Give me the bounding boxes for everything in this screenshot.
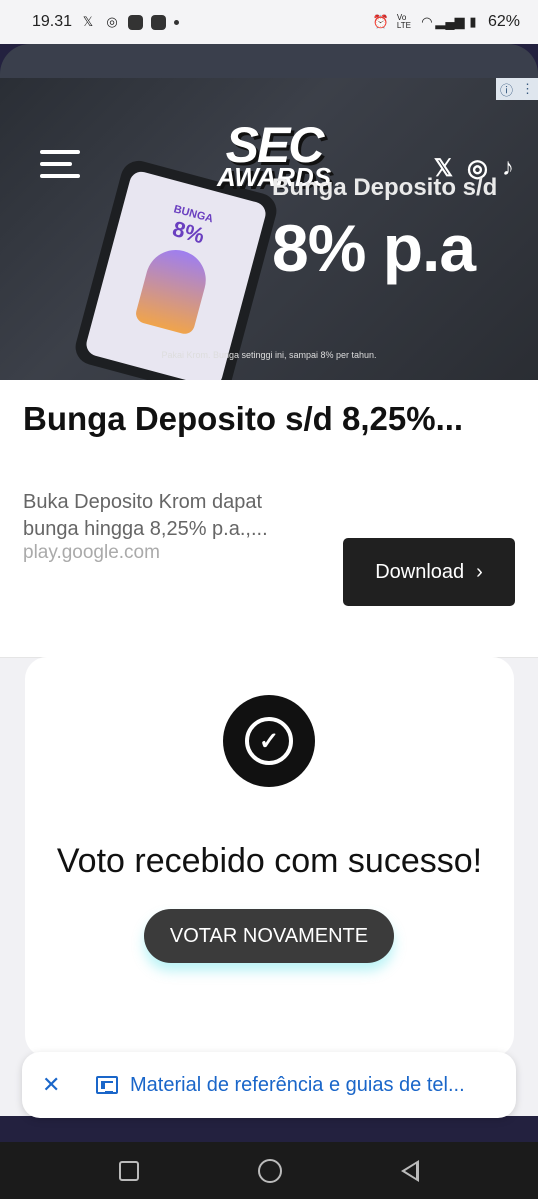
x-notification-icon: 𝕏 <box>82 14 94 29</box>
recent-apps-icon[interactable] <box>119 1160 140 1181</box>
vote-again-button[interactable]: VOTAR NOVAMENTE <box>144 909 394 963</box>
download-label: Download <box>375 560 465 583</box>
ad-block[interactable]: BUNGA 8% SEC AWARDS 𝕏 ◎ ♪ Bunga Deposito… <box>0 78 538 658</box>
chevron-right-icon: › <box>476 560 483 583</box>
banner-footnote: Pakai Krom. Bunga setinggi ini, sampai 8… <box>161 350 377 360</box>
more-notifications-icon <box>174 19 180 25</box>
signal-icon: ▂▄▆ <box>435 14 465 29</box>
success-badge: ✓ <box>223 695 315 787</box>
download-button[interactable]: Download › <box>343 538 515 606</box>
ad-description: Buka Deposito Krom dapat bunga hingga 8,… <box>23 491 268 540</box>
vote-success-card: ✓ Voto recebido com sucesso! VOTAR NOVAM… <box>25 657 514 1057</box>
battery-icon: ▮ <box>469 14 477 29</box>
person-illustration <box>133 243 213 337</box>
volte-icon: Vo LTE <box>396 13 411 30</box>
status-time: 19.31 <box>32 13 73 30</box>
app-notification-icon: ◎ <box>106 14 118 29</box>
status-bar: 19.31 𝕏 ◎ ⏰ Vo LTE ◠ ▂▄▆ ▮ 62% <box>0 0 538 44</box>
alarm-icon: ⏰ <box>372 14 390 29</box>
reference-link[interactable]: Material de referência e guias de tel... <box>130 1074 465 1097</box>
menu-icon <box>40 150 80 180</box>
banner-rate: 8% p.a <box>272 211 476 285</box>
ad-banner-image[interactable]: BUNGA 8% SEC AWARDS 𝕏 ◎ ♪ Bunga Deposito… <box>0 78 538 380</box>
ad-headline[interactable]: Bunga Deposito s/d 8,25%... <box>23 400 463 438</box>
web-page: BUNGA 8% SEC AWARDS 𝕏 ◎ ♪ Bunga Deposito… <box>0 44 538 1144</box>
home-icon[interactable] <box>257 1158 282 1183</box>
ad-choices-button[interactable]: ⓘ ⋮ <box>496 78 538 100</box>
battery-level: 62% <box>487 13 520 30</box>
tiktok-icon: ♪ <box>502 154 514 181</box>
success-message: Voto recebido com sucesso! <box>56 842 483 880</box>
close-icon[interactable]: ✕ <box>42 1072 64 1098</box>
mail-notification-icon <box>151 14 167 30</box>
app-notification-icon <box>128 14 144 30</box>
status-right: ⏰ Vo LTE ◠ ▂▄▆ ▮ 62% <box>373 13 520 31</box>
article-icon <box>96 1076 118 1094</box>
reference-suggestion-bar[interactable]: ✕ Material de referência e guias de tel.… <box>22 1052 516 1118</box>
more-vert-icon: ⋮ <box>520 81 534 96</box>
wifi-icon: ◠ <box>421 14 433 29</box>
check-icon: ✓ <box>245 717 293 765</box>
status-left: 19.31 𝕏 ◎ <box>32 13 180 31</box>
info-icon: ⓘ <box>499 82 513 98</box>
ad-url: play.google.com <box>23 542 160 563</box>
banner-title: Bunga Deposito s/d <box>272 174 498 201</box>
navigation-bar <box>0 1142 538 1199</box>
back-icon[interactable] <box>400 1159 419 1182</box>
page-footer-background <box>0 1116 538 1144</box>
